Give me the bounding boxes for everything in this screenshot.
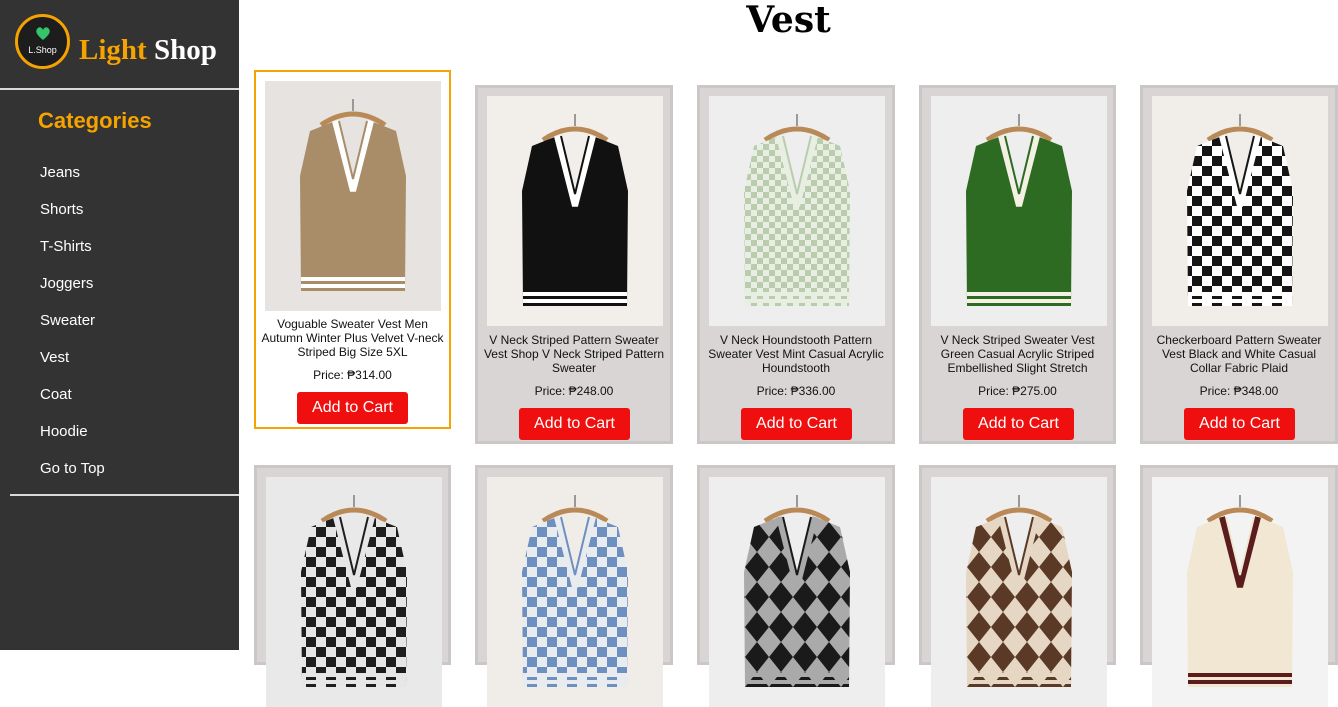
categories-title: Categories bbox=[38, 108, 152, 133]
logo-text: L.Shop bbox=[28, 45, 57, 55]
product-name: V Neck Striped Sweater Vest Green Casual… bbox=[940, 333, 1095, 375]
sidebar-item-hoodie[interactable]: Hoodie bbox=[40, 423, 105, 460]
product-price: Price: ₱336.00 bbox=[756, 384, 836, 398]
product-card[interactable] bbox=[697, 465, 895, 707]
brand-name-light: Light bbox=[79, 34, 147, 66]
product-name: Checkerboard Pattern Sweater Vest Black … bbox=[1156, 333, 1322, 375]
product-image[interactable] bbox=[487, 477, 663, 707]
product-card[interactable]: Checkerboard Pattern Sweater Vest Black … bbox=[1140, 85, 1338, 444]
sidebar-divider bbox=[10, 494, 239, 496]
sidebar-item-go-to-top[interactable]: Go to Top bbox=[40, 460, 105, 497]
sidebar-item-jeans[interactable]: Jeans bbox=[40, 164, 105, 201]
add-to-cart-button[interactable]: Add to Cart bbox=[963, 408, 1074, 440]
page-title: Vest bbox=[746, 0, 831, 41]
sidebar-item-t-shirts[interactable]: T-Shirts bbox=[40, 238, 105, 275]
product-price: Price: ₱348.00 bbox=[1199, 384, 1279, 398]
add-to-cart-button[interactable]: Add to Cart bbox=[297, 392, 408, 424]
product-image[interactable] bbox=[709, 96, 885, 326]
product-card[interactable]: V Neck Houndstooth Pattern Sweater Vest … bbox=[697, 85, 895, 444]
product-image[interactable] bbox=[1152, 477, 1328, 707]
product-image[interactable] bbox=[931, 96, 1107, 326]
product-card[interactable]: V Neck Striped Pattern Sweater Vest Shop… bbox=[475, 85, 673, 444]
product-image[interactable] bbox=[265, 81, 441, 311]
product-card[interactable]: Voguable Sweater Vest Men Autumn Winter … bbox=[254, 70, 451, 429]
product-image[interactable] bbox=[487, 96, 663, 326]
product-image[interactable] bbox=[266, 477, 442, 707]
sidebar-item-joggers[interactable]: Joggers bbox=[40, 275, 105, 312]
sidebar-item-vest[interactable]: Vest bbox=[40, 349, 105, 386]
product-card[interactable] bbox=[1140, 465, 1338, 707]
sidebar-item-coat[interactable]: Coat bbox=[40, 386, 105, 423]
categories-list: Jeans Shorts T-Shirts Joggers Sweater Ve… bbox=[40, 164, 105, 497]
product-card[interactable] bbox=[475, 465, 673, 707]
heart-icon bbox=[36, 27, 50, 40]
product-card[interactable] bbox=[254, 465, 451, 707]
product-card[interactable]: V Neck Striped Sweater Vest Green Casual… bbox=[919, 85, 1116, 444]
product-name: V Neck Houndstooth Pattern Sweater Vest … bbox=[708, 333, 884, 375]
brand-name-shop: Shop bbox=[153, 34, 217, 66]
product-name: V Neck Striped Pattern Sweater Vest Shop… bbox=[483, 333, 665, 375]
sidebar-item-shorts[interactable]: Shorts bbox=[40, 201, 105, 238]
brand-header: L.Shop Light Shop bbox=[0, 0, 239, 90]
product-card[interactable] bbox=[919, 465, 1116, 707]
add-to-cart-button[interactable]: Add to Cart bbox=[519, 408, 630, 440]
product-image[interactable] bbox=[709, 477, 885, 707]
product-price: Price: ₱314.00 bbox=[313, 368, 392, 382]
add-to-cart-button[interactable]: Add to Cart bbox=[1184, 408, 1295, 440]
product-price: Price: ₱248.00 bbox=[534, 384, 614, 398]
product-price: Price: ₱275.00 bbox=[978, 384, 1057, 398]
sidebar: L.Shop Light Shop Categories Jeans Short… bbox=[0, 0, 239, 650]
sidebar-item-sweater[interactable]: Sweater bbox=[40, 312, 105, 349]
product-image[interactable] bbox=[1152, 96, 1328, 326]
add-to-cart-button[interactable]: Add to Cart bbox=[741, 408, 852, 440]
product-image[interactable] bbox=[931, 477, 1107, 707]
logo[interactable]: L.Shop bbox=[15, 14, 70, 69]
brand-name[interactable]: Light Shop bbox=[79, 34, 217, 67]
product-name: Voguable Sweater Vest Men Autumn Winter … bbox=[261, 317, 444, 359]
